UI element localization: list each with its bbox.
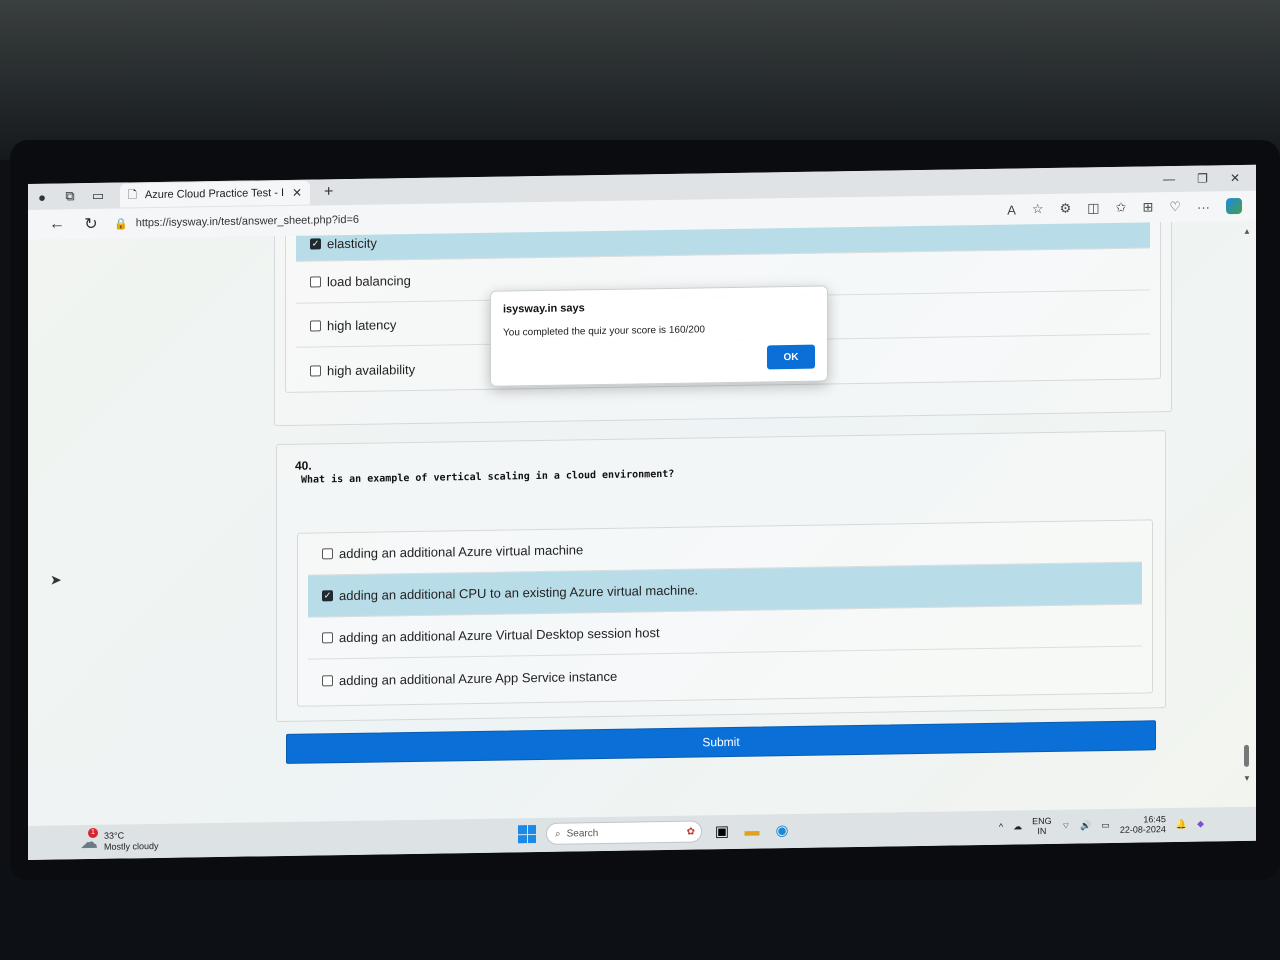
tab-title: Azure Cloud Practice Test - I | Ar	[144, 186, 284, 202]
mouse-cursor-icon: ➤	[50, 571, 62, 588]
dialog-title: isysway.in says	[503, 302, 585, 316]
checkbox-icon[interactable]	[310, 320, 321, 332]
option-label: load balancing	[327, 272, 411, 290]
wifi-icon[interactable]: ⌔	[1062, 820, 1070, 831]
language-code: ENG	[1032, 815, 1052, 827]
page-content: ▲ ▼ ✓ elasticity load balancing high lat…	[28, 220, 1256, 826]
url-text: https://isysway.in/test/answer_sheet.php…	[135, 213, 359, 230]
scrollbar[interactable]: ▲ ▼	[1243, 227, 1251, 787]
option-label: high availability	[327, 361, 416, 378]
checkbox-checked-icon[interactable]: ✓	[322, 590, 333, 602]
performance-icon[interactable]: ♡	[1169, 199, 1181, 215]
task-view-icon[interactable]: ▣	[712, 822, 732, 840]
battery-icon[interactable]: ▭	[1101, 820, 1110, 831]
options-box-40: adding an additional Azure virtual machi…	[297, 519, 1153, 707]
weather-widget[interactable]: ☁ 1 33°C Mostly cloudy	[80, 827, 159, 853]
edge-icon[interactable]: ◉	[772, 821, 792, 839]
date: 22-08-2024	[1119, 824, 1166, 835]
taskbar-apps: ⌕ Search ✿ ▣ ▬ ◉	[518, 819, 792, 845]
notification-badge: 1	[88, 827, 98, 838]
checkbox-icon[interactable]	[322, 674, 333, 686]
checkbox-icon[interactable]	[310, 276, 321, 288]
minimize-icon[interactable]: —	[1163, 172, 1175, 186]
address-bar[interactable]: 🔒 https://isysway.in/test/answer_sheet.p…	[114, 205, 874, 230]
start-icon[interactable]	[518, 825, 536, 844]
option-label: adding an additional CPU to an existing …	[339, 582, 699, 604]
toolbar-icons: A ☆ ⚙ ◫ ✩ ⊞ ♡ ···	[1007, 197, 1256, 218]
background-wall	[0, 0, 1280, 160]
temperature: 33°C	[104, 830, 125, 841]
volume-icon[interactable]: 🔊	[1080, 820, 1091, 831]
system-tray: ^ ☁ ENG IN ⌔ 🔊 ▭ 16:45 22-08-2024 🔔 ◆	[999, 814, 1204, 837]
ok-button[interactable]: OK	[767, 344, 815, 370]
file-explorer-icon[interactable]: ▬	[742, 821, 762, 839]
cloud-icon: ☁ 1	[80, 827, 98, 852]
extensions-icon[interactable]: ⚙	[1060, 201, 1072, 217]
lock-icon[interactable]: 🔒	[114, 217, 128, 230]
question-card-40: 40. What is an example of vertical scali…	[276, 430, 1166, 723]
close-tab-icon[interactable]: ✕	[292, 186, 302, 200]
search-placeholder: Search	[566, 827, 599, 840]
tab-actions-icon[interactable]: ▭	[84, 183, 112, 209]
tab-active[interactable]: 🗋 Azure Cloud Practice Test - I | Ar ✕	[120, 180, 310, 208]
workspaces-icon[interactable]: ⧉	[56, 183, 84, 209]
copilot-icon[interactable]	[1226, 197, 1242, 215]
question-number: 40.	[295, 458, 312, 473]
refresh-icon[interactable]: ↻	[74, 214, 108, 235]
window-controls: — ❐ ✕	[1163, 171, 1256, 186]
option-label: adding an additional Azure App Service i…	[339, 668, 618, 688]
alert-dialog: isysway.in says You completed the quiz y…	[490, 285, 828, 387]
weather-condition: Mostly cloudy	[104, 840, 159, 852]
clock[interactable]: 16:45 22-08-2024	[1120, 814, 1166, 835]
option-label: adding an additional Azure virtual machi…	[339, 542, 584, 562]
checkbox-icon[interactable]	[322, 632, 333, 644]
collections-icon[interactable]: ⊞	[1142, 199, 1153, 215]
search-highlight-icon: ✿	[686, 826, 695, 838]
notification-bell-icon[interactable]: 🔔	[1176, 818, 1187, 829]
search-icon: ⌕	[555, 828, 561, 840]
screen: ● ⧉ ▭ 🗋 Azure Cloud Practice Test - I | …	[28, 164, 1256, 860]
read-aloud-icon[interactable]: A	[1007, 202, 1016, 217]
back-icon[interactable]: ←	[40, 215, 74, 234]
checkbox-icon[interactable]	[310, 364, 321, 377]
checkbox-checked-icon[interactable]: ✓	[310, 238, 321, 250]
profile-icon[interactable]: ●	[28, 184, 56, 210]
page-icon: 🗋	[128, 188, 137, 201]
option-label: high latency	[327, 317, 397, 334]
more-icon[interactable]: ···	[1197, 199, 1210, 214]
dialog-message: You completed the quiz your score is 160…	[503, 324, 705, 339]
favorite-icon[interactable]: ☆	[1032, 201, 1044, 217]
question-text: What is an example of vertical scaling i…	[301, 468, 675, 486]
restore-icon[interactable]: ❐	[1197, 171, 1208, 185]
scroll-thumb[interactable]	[1244, 744, 1249, 767]
close-window-icon[interactable]: ✕	[1230, 171, 1240, 185]
option-label: elasticity	[327, 235, 377, 252]
copilot-taskbar-icon[interactable]: ◆	[1197, 818, 1204, 829]
region-code: IN	[1037, 826, 1047, 837]
language-indicator[interactable]: ENG IN	[1032, 816, 1052, 836]
scroll-up-icon[interactable]: ▲	[1243, 227, 1251, 236]
option-label: adding an additional Azure Virtual Deskt…	[339, 625, 660, 646]
taskbar-search[interactable]: ⌕ Search ✿	[546, 820, 702, 845]
show-hidden-icons-icon[interactable]: ^	[999, 822, 1003, 832]
new-tab-icon[interactable]: +	[324, 183, 333, 201]
favorites-icon[interactable]: ✩	[1116, 200, 1127, 216]
scroll-down-icon[interactable]: ▼	[1243, 774, 1251, 783]
onedrive-icon[interactable]: ☁	[1013, 821, 1022, 832]
submit-button[interactable]: Submit	[286, 720, 1156, 764]
checkbox-icon[interactable]	[322, 548, 333, 560]
split-screen-icon[interactable]: ◫	[1087, 200, 1099, 216]
